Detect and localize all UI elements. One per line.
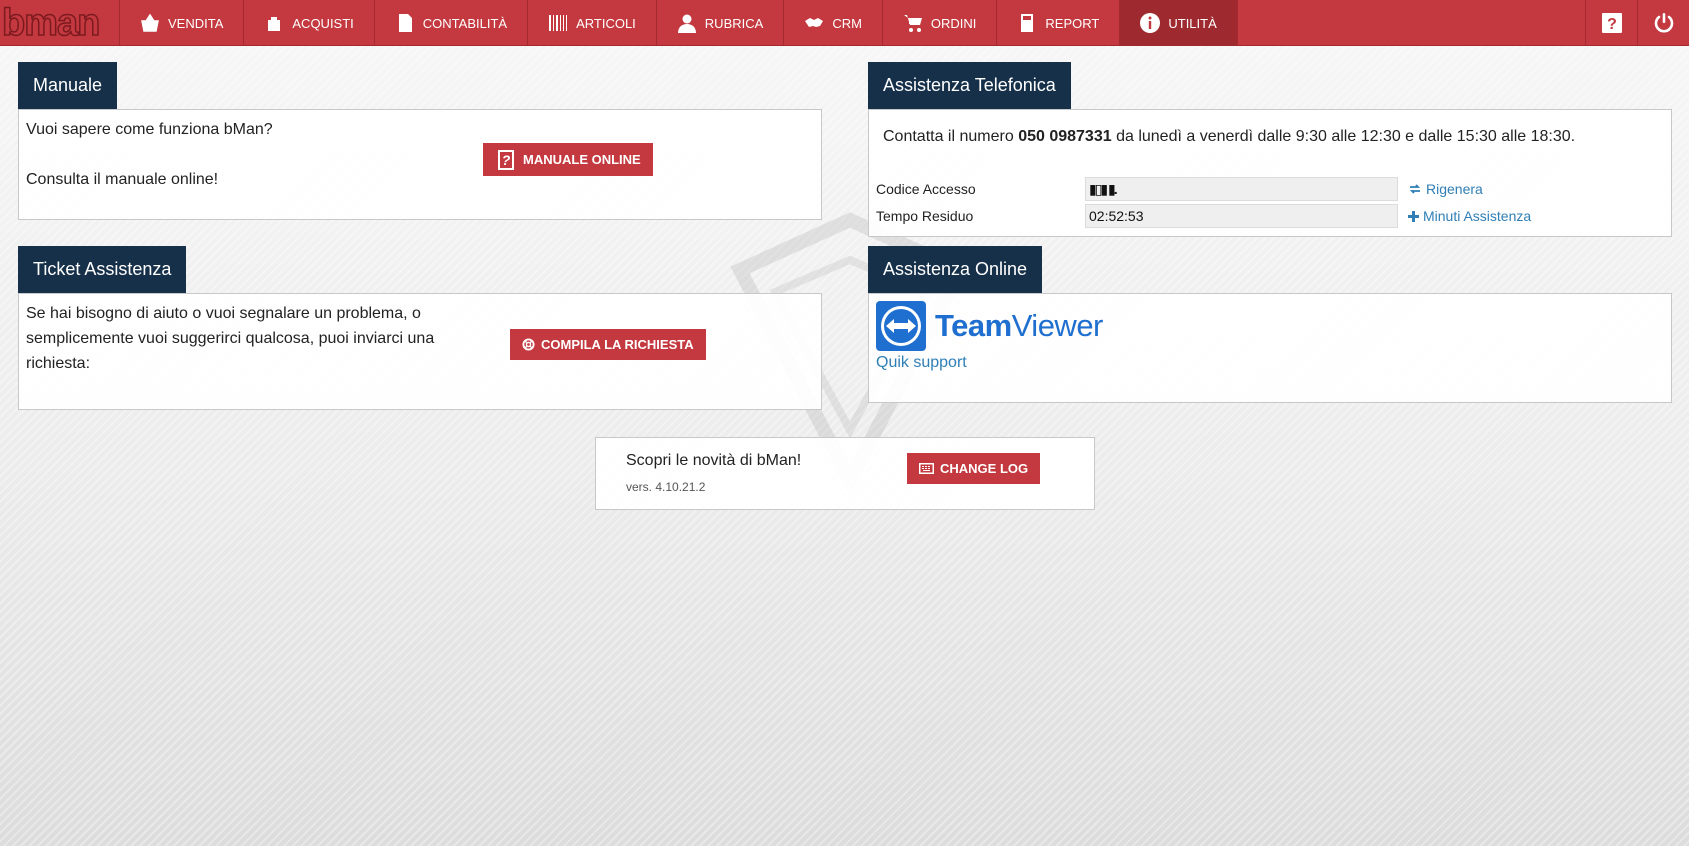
help-icon: ?	[1601, 12, 1622, 33]
teamviewer-icon	[876, 301, 926, 351]
online-body: TeamViewer Quik support	[868, 293, 1672, 403]
changelog-text: Scopri le novità di bMan!	[626, 452, 802, 469]
nav-vendita[interactable]: VENDITA	[120, 0, 245, 46]
codice-accesso-label: Codice Accesso	[876, 181, 976, 197]
quik-support-link[interactable]: Quik support	[876, 354, 967, 372]
redacted-mask: ▮▯▮ ▮.	[1089, 181, 1118, 197]
top-navigation-bar: bman VENDITA ACQUISTI CONTABILITÀ ARTICO…	[0, 0, 1689, 46]
version-text: vers. 4.10.21.2	[626, 480, 706, 494]
nav-utilita[interactable]: UTILITÀ	[1120, 0, 1238, 46]
rigenera-link[interactable]: Rigenera	[1408, 181, 1483, 197]
nav-report[interactable]: REPORT	[997, 0, 1121, 46]
document-icon	[398, 14, 412, 32]
teamviewer-wordmark: TeamViewer	[935, 308, 1103, 343]
teamviewer-logo[interactable]: TeamViewer	[876, 301, 1103, 351]
nav-contabilita[interactable]: CONTABILITÀ	[375, 0, 529, 46]
tempo-residuo-label: Tempo Residuo	[876, 208, 974, 224]
manuale-body: Vuoi sapere come funziona bMan? Consulta…	[18, 109, 822, 220]
user-icon	[677, 14, 696, 33]
assistenza-online-panel: Assistenza Online TeamViewer Quik suppor…	[868, 246, 1672, 403]
keyboard-icon	[919, 463, 934, 474]
nav-crm[interactable]: CRM	[784, 0, 883, 46]
power-icon	[1654, 12, 1673, 32]
compila-richiesta-button[interactable]: COMPILA LA RICHIESTA	[510, 329, 706, 360]
manuale-text-1: Vuoi sapere come funziona bMan?	[26, 121, 273, 138]
calculator-icon	[1021, 14, 1034, 32]
panel-title: Manuale	[18, 62, 118, 109]
minuti-assistenza-link[interactable]: Minuti Assistenza	[1408, 208, 1531, 224]
nav-ordini[interactable]: ORDINI	[883, 0, 998, 46]
cart-icon	[903, 15, 922, 32]
ticket-body: Se hai bisogno di aiuto o vuoi segnalare…	[18, 293, 822, 410]
logout-button[interactable]	[1637, 0, 1689, 45]
tempo-residuo-row: Tempo Residuo 02:52:53 Minuti Assistenza	[876, 204, 1531, 228]
phone-number: 050 0987331	[1018, 128, 1112, 145]
manuale-panel: Manuale Vuoi sapere come funziona bMan? …	[18, 62, 822, 220]
panel-title: Assistenza Telefonica	[868, 62, 1071, 109]
changelog-panel: Scopri le novità di bMan! vers. 4.10.21.…	[595, 437, 1095, 510]
change-log-button[interactable]: CHANGE LOG	[907, 453, 1041, 484]
lifebuoy-icon	[522, 338, 535, 351]
bman-logo[interactable]: bman	[0, 0, 120, 46]
info-icon	[1140, 13, 1161, 33]
panel-title: Assistenza Online	[868, 246, 1043, 293]
nav-articoli[interactable]: ARTICOLI	[528, 0, 657, 46]
svg-text:?: ?	[502, 152, 511, 168]
barcode-icon	[549, 15, 568, 31]
handshake-icon	[805, 18, 824, 27]
svg-text:?: ?	[1607, 16, 1617, 33]
help-button[interactable]: ?	[1585, 0, 1637, 45]
telefonica-body: Contatta il numero 050 0987331 da lunedì…	[868, 109, 1672, 237]
ticket-assistenza-panel: Ticket Assistenza Se hai bisogno di aiut…	[18, 246, 822, 410]
manuale-online-button[interactable]: ? MANUALE ONLINE	[483, 143, 653, 176]
help-book-icon: ?	[498, 149, 514, 170]
codice-accesso-field: ▮▯▮ ▮.	[1085, 177, 1398, 201]
manuale-text-2: Consulta il manuale online!	[26, 171, 219, 188]
basket-icon	[141, 13, 159, 32]
nav-acquisti[interactable]: ACQUISTI	[244, 0, 375, 46]
refresh-icon	[1409, 184, 1421, 194]
tempo-residuo-field: 02:52:53	[1085, 204, 1398, 228]
contact-text: Contatta il numero 050 0987331 da lunedì…	[883, 128, 1576, 145]
plus-icon	[1408, 210, 1419, 222]
ticket-text: Se hai bisogno di aiuto o vuoi segnalare…	[26, 305, 435, 372]
nav-rubrica[interactable]: RUBRICA	[657, 0, 785, 46]
assistenza-telefonica-panel: Assistenza Telefonica Contatta il numero…	[868, 62, 1672, 237]
codice-accesso-row: Codice Accesso ▮▯▮ ▮. Rigenera	[876, 177, 1483, 201]
panel-title: Ticket Assistenza	[18, 246, 187, 293]
bag-icon	[268, 17, 281, 31]
